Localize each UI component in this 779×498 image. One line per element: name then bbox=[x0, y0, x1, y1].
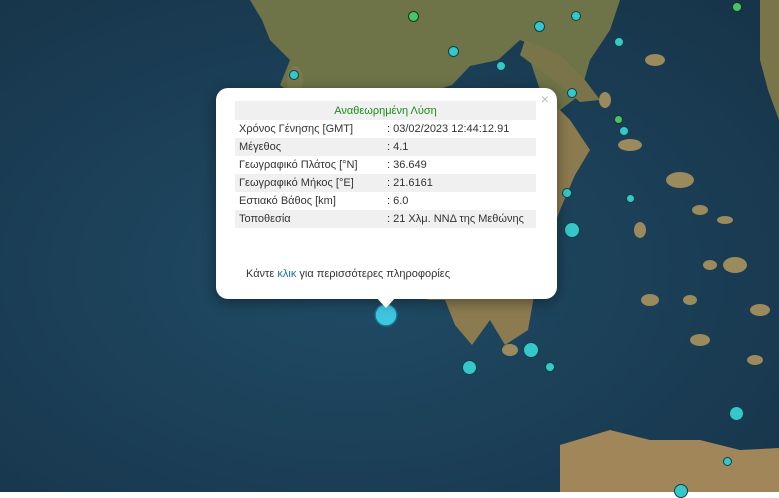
earthquake-marker[interactable] bbox=[567, 88, 577, 98]
location-label: Τοποθεσία bbox=[235, 210, 383, 228]
location-value: : 21 Χλμ. ΝΝΔ της Μεθώνης bbox=[383, 210, 536, 228]
more-info-text: Κάντε κλικ για περισσότερες πληροφορίες bbox=[246, 268, 450, 280]
earthquake-marker[interactable] bbox=[674, 484, 688, 498]
origin-time-label: Χρόνος Γένησης [GMT] bbox=[239, 123, 354, 135]
longitude-value: : 21.6161 bbox=[383, 174, 536, 192]
earthquake-marker[interactable] bbox=[545, 362, 555, 372]
earthquake-marker[interactable] bbox=[732, 2, 742, 12]
more-info-link[interactable]: κλικ bbox=[277, 268, 296, 280]
earthquake-marker[interactable] bbox=[571, 11, 581, 21]
earthquake-marker[interactable] bbox=[462, 360, 477, 375]
earthquake-marker[interactable] bbox=[723, 457, 732, 466]
earthquake-marker[interactable] bbox=[729, 406, 744, 421]
earthquake-marker[interactable] bbox=[619, 126, 629, 136]
earthquake-marker[interactable] bbox=[614, 115, 623, 124]
latitude-label: Γεωγραφικό Πλάτος [°N] bbox=[239, 159, 358, 171]
earthquake-marker[interactable] bbox=[614, 37, 624, 47]
earthquake-marker[interactable] bbox=[564, 222, 580, 238]
magnitude-label: Μέγεθος bbox=[235, 138, 383, 156]
longitude-label: Γεωγραφικό Μήκος [°E] bbox=[235, 174, 383, 192]
popup-header: Αναθεωρημένη Λύση bbox=[235, 101, 536, 120]
earthquake-details-table: Αναθεωρημένη Λύση Χρόνος Γένησης [GMT] :… bbox=[235, 101, 536, 228]
table-row: Εστιακό Βάθος [km] : 6.0 bbox=[235, 192, 536, 210]
earthquake-marker[interactable] bbox=[534, 21, 545, 32]
table-row: Γεωγραφικό Μήκος [°E] : 21.6161 bbox=[235, 174, 536, 192]
depth-label: Εστιακό Βάθος [km] bbox=[239, 195, 336, 207]
depth-value: : 6.0 bbox=[387, 195, 409, 207]
earthquake-marker[interactable] bbox=[523, 342, 539, 358]
earthquake-marker[interactable] bbox=[626, 194, 635, 203]
latitude-value: : 36.649 bbox=[387, 159, 427, 171]
earthquake-marker[interactable] bbox=[496, 61, 506, 71]
table-row: Μέγεθος : 4.1 bbox=[235, 138, 536, 156]
earthquake-marker[interactable] bbox=[562, 188, 572, 198]
more-info-suffix: για περισσότερες πληροφορίες bbox=[299, 268, 450, 280]
table-row: Γεωγραφικό Πλάτος [°N] : 36.649 bbox=[235, 156, 536, 174]
table-row: Χρόνος Γένησης [GMT] : 03/02/2023 12:44:… bbox=[235, 120, 536, 138]
table-row: Τοποθεσία : 21 Χλμ. ΝΝΔ της Μεθώνης bbox=[235, 210, 536, 228]
earthquake-marker[interactable] bbox=[448, 46, 459, 57]
close-icon[interactable]: × bbox=[538, 92, 552, 106]
popup-tip bbox=[376, 297, 396, 308]
origin-time-value: : 03/02/2023 12:44:12.91 bbox=[387, 123, 510, 135]
earthquake-marker[interactable] bbox=[408, 11, 419, 22]
earthquake-marker[interactable] bbox=[289, 70, 299, 80]
more-info-prefix: Κάντε bbox=[246, 268, 275, 280]
magnitude-value: : 4.1 bbox=[383, 138, 536, 156]
